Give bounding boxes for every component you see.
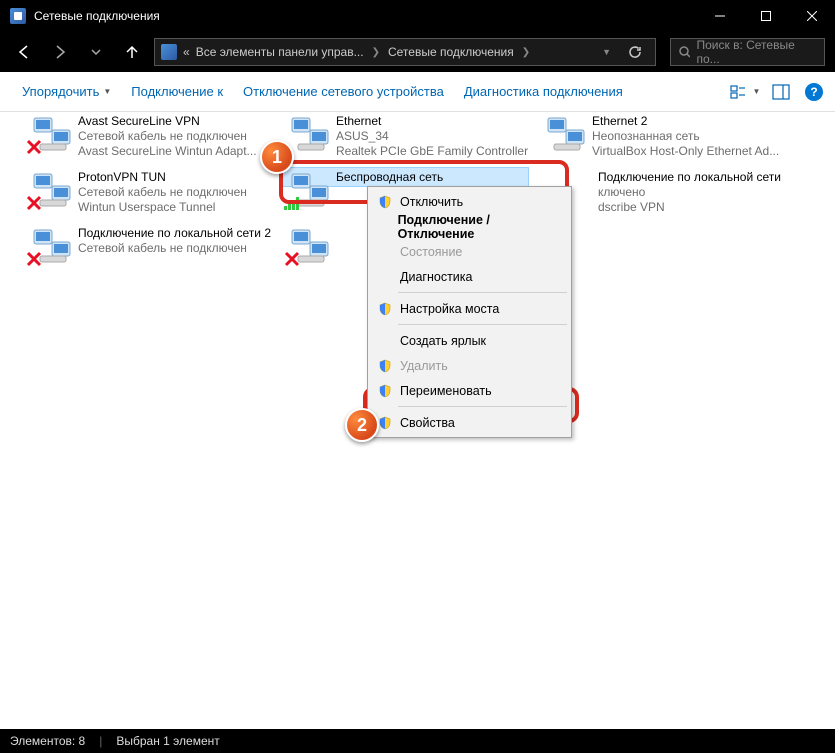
menu-item[interactable]: Отключить <box>370 189 569 214</box>
menu-item: Удалить <box>370 353 569 378</box>
preview-pane-button[interactable] <box>763 78 799 106</box>
menu-item-label: Отключить <box>396 195 463 209</box>
status-overlay-icon <box>26 251 42 272</box>
network-icon <box>546 116 588 159</box>
shield-icon <box>374 195 396 209</box>
disable-device-button[interactable]: Отключение сетевого устройства <box>233 78 454 105</box>
search-icon <box>679 46 690 58</box>
view-button[interactable]: ▼ <box>727 78 763 106</box>
diagnose-button[interactable]: Диагностика подключения <box>454 78 633 105</box>
connection-name: Avast SecureLine VPN <box>78 114 257 129</box>
menu-item-label: Свойства <box>396 416 455 430</box>
menu-separator <box>398 324 567 325</box>
status-selected: Выбран 1 элемент <box>116 734 219 748</box>
recent-dropdown[interactable] <box>82 38 110 66</box>
address-bar[interactable]: « Все элементы панели управ... ❯ Сетевые… <box>154 38 656 66</box>
menu-item: Состояние <box>370 239 569 264</box>
navbar: « Все элементы панели управ... ❯ Сетевые… <box>0 32 835 72</box>
connection-status: Сетевой кабель не подключен <box>78 129 257 144</box>
content-area: Avast SecureLine VPNСетевой кабель не по… <box>0 112 835 729</box>
connection-status: Сетевой кабель не подключен <box>78 241 271 256</box>
menu-item-label: Состояние <box>396 245 462 259</box>
connection-status: ASUS_34 <box>336 129 528 144</box>
search-placeholder: Поиск в: Сетевые по... <box>696 38 816 66</box>
organize-button[interactable]: Упорядочить▼ <box>12 78 121 105</box>
callout-number-2: 2 <box>345 408 379 442</box>
connection-adapter: VirtualBox Host-Only Ethernet Ad... <box>592 144 779 159</box>
close-button[interactable] <box>789 0 835 32</box>
connection-name: Подключение по локальной сети <box>598 170 781 185</box>
shield-icon <box>374 384 396 398</box>
menu-item[interactable]: Подключение / Отключение <box>370 214 569 239</box>
address-icon <box>161 44 177 60</box>
connection-item[interactable]: ProtonVPN TUNСетевой кабель не подключен… <box>24 170 274 218</box>
menu-separator <box>398 292 567 293</box>
statusbar: Элементов: 8 | Выбран 1 элемент <box>0 729 835 753</box>
up-button[interactable] <box>118 38 146 66</box>
network-icon <box>290 116 332 159</box>
menu-item[interactable]: Настройка моста <box>370 296 569 321</box>
menu-item-label: Переименовать <box>396 384 492 398</box>
toolbar: Упорядочить▼ Подключение к Отключение се… <box>0 72 835 112</box>
search-box[interactable]: Поиск в: Сетевые по... <box>670 38 825 66</box>
connection-item[interactable]: Подключение по локальной сети 2Сетевой к… <box>24 226 274 274</box>
address-prefix: « <box>183 45 190 59</box>
connection-status: ключено <box>598 185 781 200</box>
connection-adapter: Avast SecureLine Wintun Adapt... <box>78 144 257 159</box>
connection-adapter: dscribe VPN <box>598 200 781 215</box>
menu-item[interactable]: Создать ярлык <box>370 328 569 353</box>
connection-name: Ethernet 2 <box>592 114 779 129</box>
minimize-button[interactable] <box>697 0 743 32</box>
connection-name: Ethernet <box>336 114 528 129</box>
chevron-icon[interactable]: ❯ <box>372 47 380 58</box>
menu-item[interactable]: Диагностика <box>370 264 569 289</box>
connection-name: Подключение по локальной сети 2 <box>78 226 271 241</box>
chevron-icon[interactable]: ❯ <box>522 47 530 58</box>
connection-name: Беспроводная сеть <box>336 170 443 185</box>
connection-item[interactable]: Avast SecureLine VPNСетевой кабель не по… <box>24 114 274 162</box>
titlebar: Сетевые подключения <box>0 0 835 32</box>
refresh-button[interactable] <box>621 38 649 66</box>
callout-number-1: 1 <box>260 140 294 174</box>
shield-icon <box>374 302 396 316</box>
connection-status: Неопознанная сеть <box>592 129 779 144</box>
status-overlay-icon <box>26 139 42 160</box>
forward-button[interactable] <box>46 38 74 66</box>
context-menu: Отключить Подключение / Отключение Состоян… <box>367 186 572 438</box>
address-part2[interactable]: Сетевые подключения <box>388 45 514 59</box>
menu-item-label: Создать ярлык <box>396 334 486 348</box>
menu-item-label: Диагностика <box>396 270 472 284</box>
menu-separator <box>398 406 567 407</box>
menu-item-label: Подключение / Отключение <box>394 213 551 241</box>
status-overlay-icon <box>284 195 302 216</box>
menu-item-label: Настройка моста <box>396 302 499 316</box>
help-button[interactable]: ? <box>805 83 823 101</box>
window-title: Сетевые подключения <box>34 9 697 23</box>
connection-item[interactable]: EthernetASUS_34Realtek PCIe GbE Family C… <box>282 114 532 162</box>
status-overlay-icon <box>284 251 300 272</box>
menu-item[interactable]: Свойства <box>370 410 569 435</box>
app-icon <box>10 8 26 24</box>
address-dropdown[interactable]: ▼ <box>602 47 611 57</box>
address-part1[interactable]: Все элементы панели управ... <box>196 45 364 59</box>
connection-adapter: Wintun Userspace Tunnel <box>78 200 247 215</box>
connection-item[interactable]: Подключение по локальной сетиключеноdscr… <box>538 170 788 215</box>
status-overlay-icon <box>26 195 42 216</box>
shield-icon <box>374 359 396 373</box>
connect-button[interactable]: Подключение к <box>121 78 233 105</box>
status-item-count: Элементов: 8 <box>10 734 85 748</box>
connection-status: Сетевой кабель не подключен <box>78 185 247 200</box>
menu-item-label: Удалить <box>396 359 448 373</box>
back-button[interactable] <box>10 38 38 66</box>
connection-name: ProtonVPN TUN <box>78 170 247 185</box>
maximize-button[interactable] <box>743 0 789 32</box>
connection-adapter: Realtek PCIe GbE Family Controller <box>336 144 528 159</box>
connection-item[interactable]: Ethernet 2Неопознанная сетьVirtualBox Ho… <box>538 114 788 162</box>
menu-item[interactable]: Переименовать <box>370 378 569 403</box>
